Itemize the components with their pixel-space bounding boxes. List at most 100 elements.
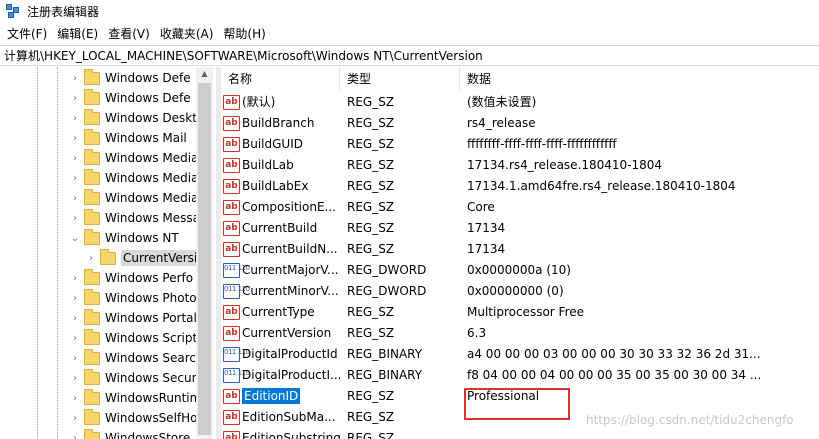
folder-icon [84,188,100,205]
chevron-right-icon[interactable]: › [70,113,80,124]
chevron-right-icon[interactable]: › [70,173,80,184]
string-value-icon: ab [223,326,240,341]
menu-edit[interactable]: 编辑(E) [52,25,103,42]
value-type: REG_SZ [347,179,395,193]
tree-item[interactable]: › WindowsRuntim [70,388,201,408]
folder-icon [84,308,100,325]
column-header-name[interactable]: 名称 [221,67,340,91]
value-name-text: BuildLab [242,158,294,172]
tree-item[interactable]: › Windows Media [70,168,198,188]
tree-item[interactable]: › Windows Mail [70,128,187,148]
chevron-right-icon[interactable]: › [70,273,80,284]
chevron-right-icon[interactable]: › [70,73,80,84]
menu-view[interactable]: 查看(V) [103,25,155,42]
value-type: REG_SZ [347,158,395,172]
tree-item[interactable]: › Windows Photo [70,288,197,308]
value-row[interactable]: 011 110 CurrentMinorV... REG_DWORD 0x000000… [221,281,819,302]
chevron-right-icon[interactable]: › [70,393,80,404]
value-data: f8 04 00 00 04 00 00 00 35 00 35 00 30 0… [467,368,762,382]
scroll-up-arrow-icon[interactable]: ▲ [196,67,213,81]
value-row[interactable]: ab CurrentType REG_SZ Multiprocessor Free [221,302,819,323]
column-header-data[interactable]: 数据 [460,67,819,91]
chevron-right-icon[interactable]: › [70,413,80,424]
chevron-right-icon[interactable]: › [70,353,80,364]
tree-item-label: Windows Photo [105,291,197,305]
chevron-right-icon[interactable]: › [70,193,80,204]
string-value-icon: ab [223,200,240,215]
tree-item[interactable]: › WindowsStore [70,428,190,439]
value-row[interactable]: ab CurrentBuildN... REG_SZ 17134 [221,239,819,260]
folder-icon [84,108,100,125]
value-type: REG_SZ [347,410,395,424]
value-type: REG_SZ [347,116,395,130]
tree-item[interactable]: › Windows Media [70,148,198,168]
tree-item[interactable]: ⌄ Windows NT [70,228,179,248]
tree-item[interactable]: › Windows Defe [70,88,191,108]
chevron-right-icon[interactable]: › [70,133,80,144]
value-data: 0x0000000a (10) [467,263,571,277]
tree-item[interactable]: › Windows Defe [70,68,191,88]
value-row[interactable]: 011 110 DigitalProductI... REG_BINARY f8 04… [221,365,819,386]
value-row[interactable]: ab BuildLabEx REG_SZ 17134.1.amd64fre.rs4_r… [221,176,819,197]
chevron-right-icon[interactable]: › [70,373,80,384]
chevron-right-icon[interactable]: › [70,313,80,324]
value-name-text: CompositionE... [242,200,336,214]
tree-item[interactable]: › Windows Securi [70,368,200,388]
tree-item-label: Windows NT [105,231,179,245]
value-type: REG_BINARY [347,368,423,382]
value-row[interactable]: 011 110 DigitalProductId REG_BINARY a4 00 0… [221,344,819,365]
value-data: ffffffff-ffff-ffff-ffff-ffffffffffff [467,137,617,151]
tree-item[interactable]: › Windows Search [70,348,204,368]
chevron-right-icon[interactable]: › [70,333,80,344]
tree-item[interactable]: › Windows Media [70,188,198,208]
value-row[interactable]: ab EditionSubstring REG_SZ [221,428,819,439]
value-type: REG_SZ [347,242,395,256]
value-name-text: DigitalProductId [242,347,338,361]
menu-favorites[interactable]: 收藏夹(A) [155,25,219,42]
scroll-thumb[interactable] [198,83,211,435]
binary-value-icon: 011 110 [223,263,250,278]
address-bar[interactable]: 计算机\HKEY_LOCAL_MACHINE\SOFTWARE\Microsof… [0,45,819,66]
tree-item[interactable]: › Windows Deskt [70,108,197,128]
tree-item[interactable]: › Windows Perfo [70,268,193,288]
value-row[interactable]: ab CompositionE... REG_SZ Core [221,197,819,218]
chevron-right-icon[interactable]: › [70,433,80,439]
column-header-type[interactable]: 类型 [340,67,460,91]
value-row[interactable]: ab CurrentBuild REG_SZ 17134 [221,218,819,239]
tree-item[interactable]: › Windows Messa [70,208,200,228]
value-row[interactable]: ab CurrentVersion REG_SZ 6.3 [221,323,819,344]
binary-value-icon: 011 110 [223,368,250,383]
value-type: REG_SZ [347,95,395,109]
value-name-text: BuildBranch [242,116,315,130]
tree-item[interactable]: › Windows Portal [70,308,197,328]
folder-icon [84,368,100,385]
chevron-right-icon[interactable]: › [86,253,96,264]
value-name: EditionID [242,386,340,407]
chevron-right-icon[interactable]: › [70,153,80,164]
value-name-text: CurrentType [242,305,315,319]
value-row[interactable]: ab BuildGUID REG_SZ ffffffff-ffff-ffff-ffff… [221,134,819,155]
menu-bar: 文件(F) 编辑(E) 查看(V) 收藏夹(A) 帮助(H) [0,22,819,44]
chevron-right-icon[interactable]: › [70,213,80,224]
tree-guide-line [37,67,38,439]
value-row[interactable]: 011 110 CurrentMajorV... REG_DWORD 0x000000… [221,260,819,281]
value-row[interactable]: ab BuildBranch REG_SZ rs4_release [221,113,819,134]
tree-item[interactable]: › WindowsSelfHo [70,408,198,428]
string-value-icon: ab [223,305,240,320]
value-row[interactable]: ab (默认) REG_SZ (数值未设置) [221,92,819,113]
chevron-down-icon[interactable]: ⌄ [70,233,80,244]
chevron-right-icon[interactable]: › [70,293,80,304]
value-type: REG_DWORD [347,263,427,277]
chevron-right-icon[interactable]: › [70,93,80,104]
value-type: REG_DWORD [347,284,427,298]
value-row[interactable]: ab BuildLab REG_SZ 17134.rs4_release.180410… [221,155,819,176]
value-type: REG_SZ [347,326,395,340]
menu-help[interactable]: 帮助(H) [218,25,270,42]
tree-scrollbar[interactable]: ▲ [196,67,213,439]
key-tree-pane: › Windows Defe › Windows Defe › Windows Deskt… [0,67,213,439]
tree-item[interactable]: › Windows Script [70,328,197,348]
tree-item[interactable]: › CurrentVersio [86,248,207,268]
string-value-icon: ab [223,137,240,152]
folder-icon [84,348,100,365]
menu-file[interactable]: 文件(F) [2,25,52,42]
